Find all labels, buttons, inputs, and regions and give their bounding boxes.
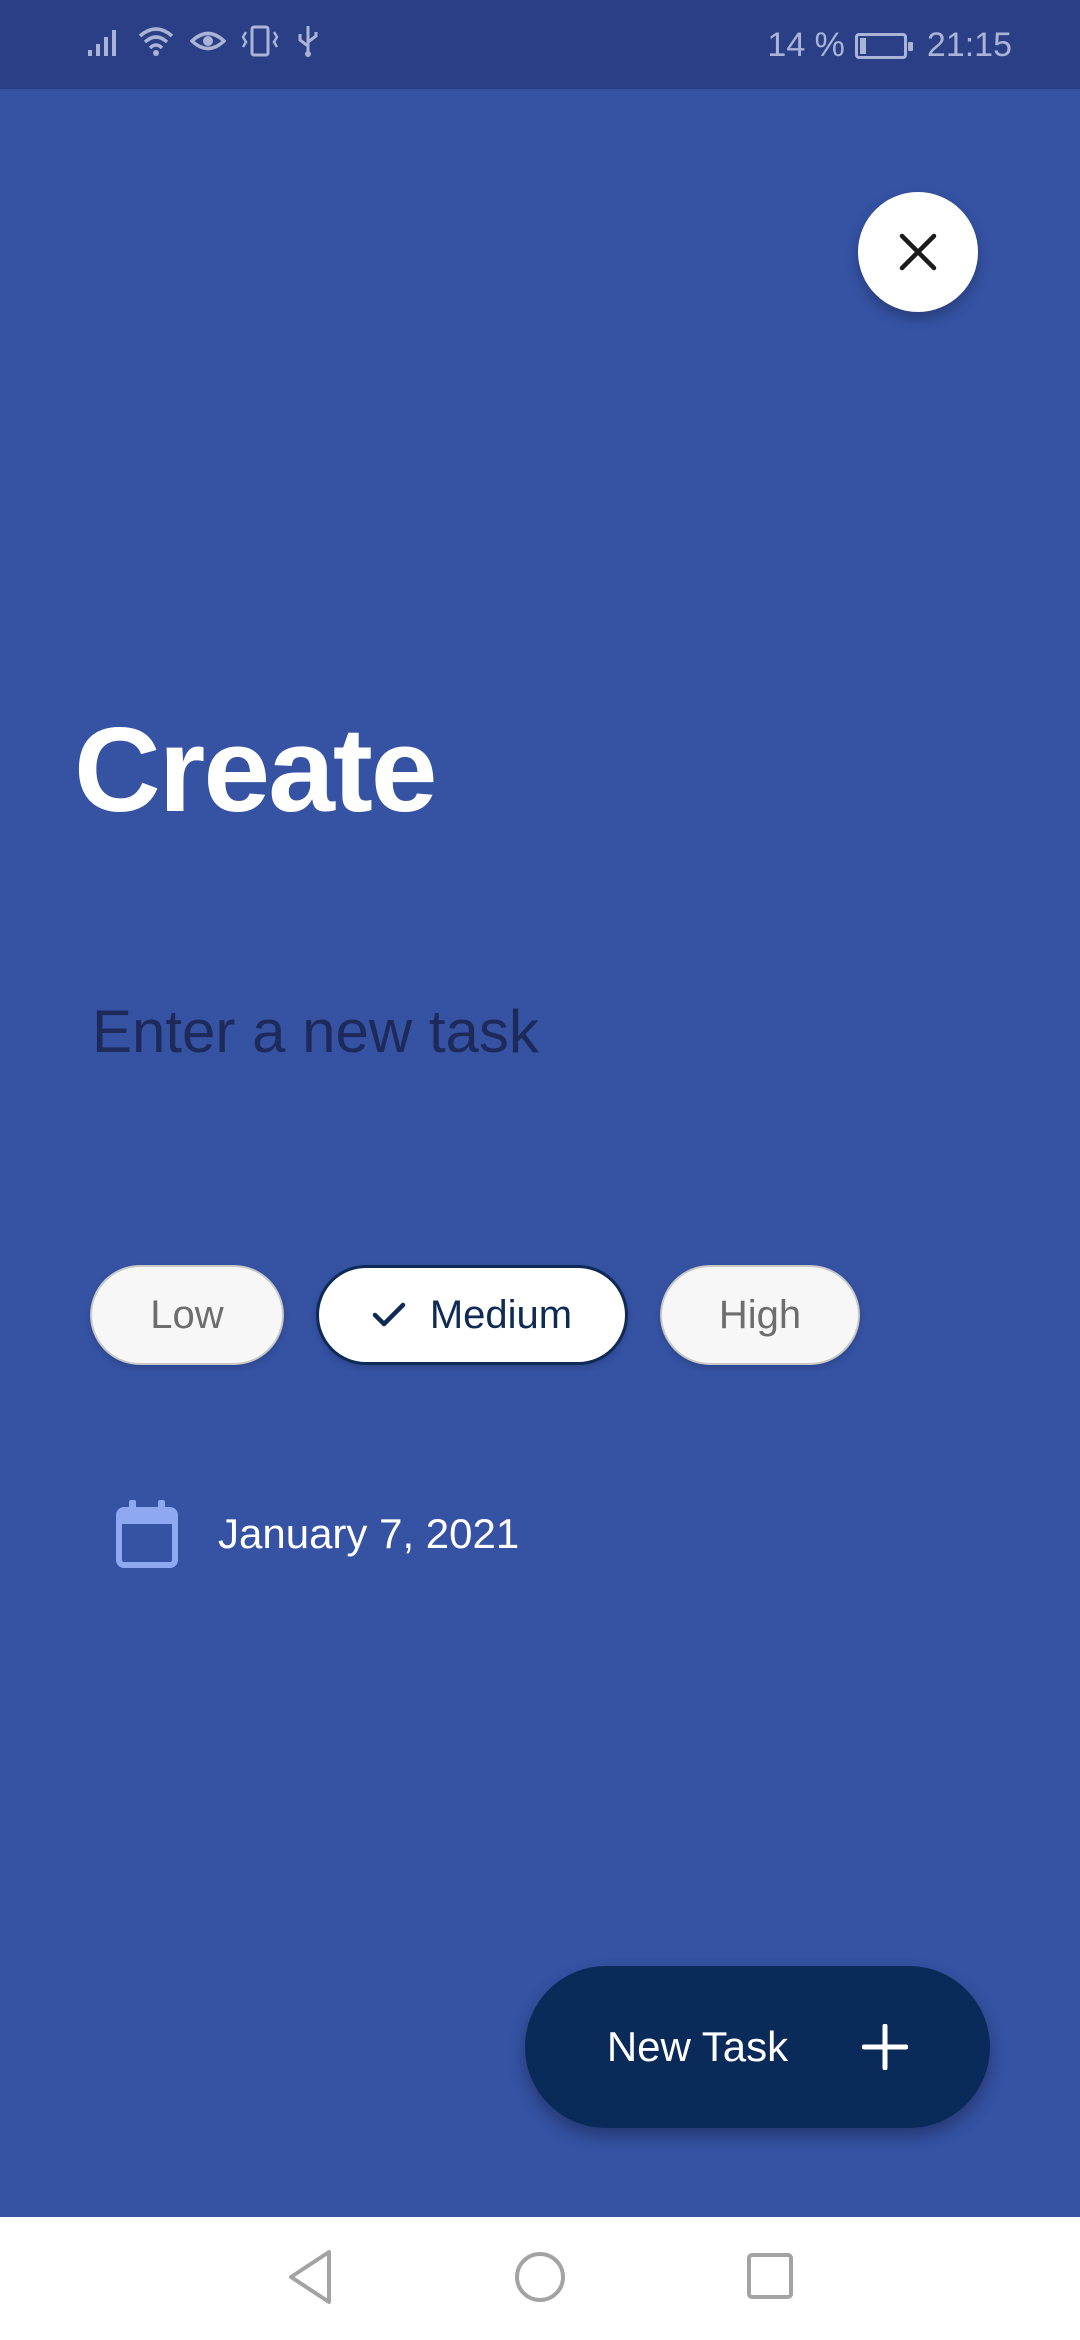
back-icon[interactable] [285,2247,337,2307]
chip-label: Medium [429,1292,573,1337]
system-nav-bar [0,2217,1080,2340]
recents-icon[interactable] [745,2247,795,2307]
eye-icon [190,31,226,51]
vibrate-icon [241,25,279,57]
status-icons-left [86,24,322,58]
new-task-label: New Task [606,2023,789,2070]
close-icon [899,233,937,271]
priority-chip-low[interactable]: Low [90,1265,284,1365]
status-icons-right: 14 % 21:15 [767,26,1012,65]
usb-icon [298,26,318,57]
date-label: January 7, 2021 [218,1510,520,1557]
check-icon [372,1302,406,1327]
home-icon[interactable] [513,2247,567,2307]
close-button[interactable] [858,192,978,312]
plus-icon [862,2024,909,2070]
priority-chip-medium[interactable]: Medium [316,1265,628,1365]
clock: 21:15 [926,26,1012,64]
signal-icon [88,30,116,56]
status-bar: 14 % 21:15 [0,0,1080,89]
page-title: Create [74,703,438,837]
battery-icon [854,32,913,59]
battery-percent: 14 % [767,26,845,64]
calendar-icon [116,1500,178,1568]
chip-label: Low [150,1292,224,1337]
priority-chip-high[interactable]: High [660,1265,860,1365]
new-task-button[interactable]: New Task [525,1966,990,2128]
chip-label: High [718,1292,802,1337]
wifi-icon [138,27,174,56]
date-picker[interactable]: January 7, 2021 [116,1500,519,1568]
task-input[interactable] [90,990,994,1072]
